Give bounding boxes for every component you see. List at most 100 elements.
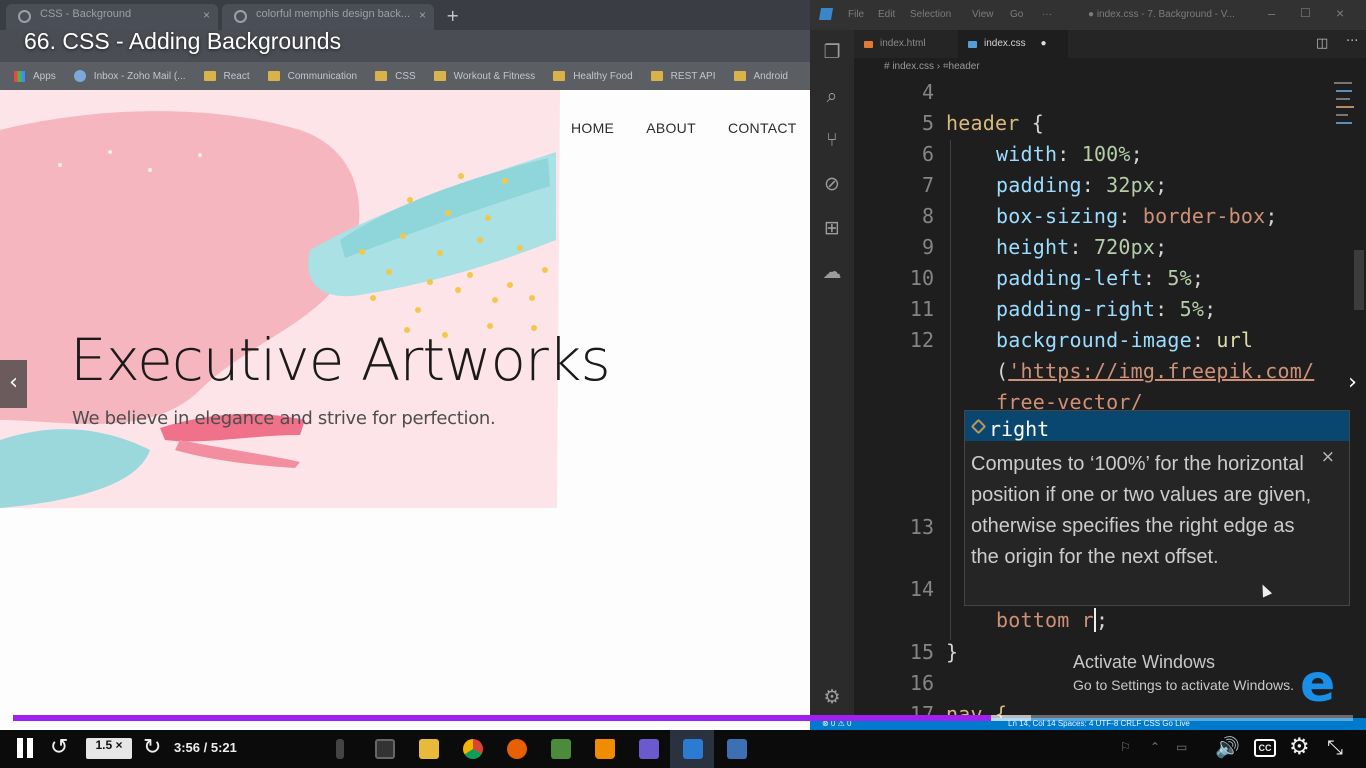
bookmark-workout[interactable]: Workout & Fitness	[433, 71, 535, 82]
bookmark-css[interactable]: CSS	[375, 71, 416, 82]
folder-icon	[375, 71, 388, 81]
video-title: 66. CSS - Adding Backgrounds	[24, 28, 342, 54]
tab-index-css[interactable]: index.css ●	[958, 30, 1068, 58]
maximize-icon[interactable]: ☐	[1300, 6, 1311, 20]
code-line: background-image: url	[996, 328, 1254, 352]
autocomplete-widget: right Computes to ‘100%’ for the horizon…	[964, 410, 1350, 606]
taskbar-chrome-icon[interactable]	[450, 730, 494, 768]
menu-view[interactable]: View	[972, 9, 994, 20]
line-number: 11	[909, 297, 934, 321]
window-title: ● index.css - 7. Background - V...	[1088, 9, 1235, 20]
video-player-controls: ↺ 1.5 × ↻ 3:56 / 5:21 ⚐ ⌃ ▭ 🔊 CC ⚙ ⤡	[0, 730, 1366, 768]
extensions-icon[interactable]: ⊞	[820, 216, 844, 240]
search-icon[interactable]: ⌕	[820, 84, 844, 108]
captions-button[interactable]: CC	[1254, 739, 1276, 757]
code-editor[interactable]: header { width: 100%; padding: 32px; box…	[946, 78, 1346, 726]
tray-network-icon[interactable]: ▭	[1176, 740, 1187, 754]
code-line: padding: 32px;	[996, 173, 1168, 197]
previous-lecture-arrow-icon[interactable]: ‹	[0, 360, 27, 408]
taskbar-vlc-icon[interactable]	[582, 730, 626, 768]
pause-button[interactable]	[17, 738, 35, 758]
folder-icon	[267, 71, 280, 81]
bookmark-apps[interactable]: Apps	[14, 70, 56, 82]
activity-bar: ❐ ⌕ ⑂ ⊘ ⊞ ☁ ⚙	[810, 30, 854, 718]
next-lecture-arrow-icon[interactable]: ›	[1339, 360, 1366, 408]
close-window-icon[interactable]: ×	[1336, 5, 1344, 21]
browser-tab[interactable]: CSS - Background ×	[6, 4, 218, 30]
more-actions-icon[interactable]: ···	[1346, 34, 1358, 49]
explorer-icon[interactable]: ❐	[820, 40, 844, 64]
tray-chevron-up-icon[interactable]: ⌃	[1150, 740, 1160, 754]
menu-more[interactable]: ···	[1042, 9, 1052, 20]
playback-speed-button[interactable]: 1.5 ×	[86, 738, 132, 759]
menu-file[interactable]: File	[848, 9, 864, 20]
vscode-logo-icon	[818, 8, 834, 20]
code-line: ('https://img.freepik.com/	[996, 359, 1315, 383]
exit-fullscreen-icon[interactable]: ⤡	[1327, 735, 1343, 759]
new-tab-icon[interactable]: +	[446, 6, 459, 25]
taskbar-vscode-icon[interactable]	[670, 730, 714, 768]
webpage-viewport: HOME ABOUT CONTACT Executive Artworks We…	[0, 90, 810, 730]
volume-icon[interactable]: 🔊	[1215, 735, 1240, 759]
line-number: 15	[909, 640, 934, 664]
close-tab-icon[interactable]: ×	[419, 8, 426, 22]
bookmark-rest-api[interactable]: REST API	[650, 71, 716, 82]
channel-logo-icon: e	[1300, 654, 1336, 714]
breadcrumb[interactable]: # index.css › ⌗header	[854, 58, 1366, 78]
manage-gear-icon[interactable]: ⚙	[820, 685, 844, 709]
progress-played	[13, 715, 992, 721]
browser-window: CSS - Background × colorful memphis desi…	[0, 0, 810, 730]
debug-icon[interactable]: ⊘	[820, 172, 844, 196]
nav-home[interactable]: HOME	[571, 120, 614, 136]
taskbar-app-icon[interactable]	[538, 730, 582, 768]
menu-edit[interactable]: Edit	[878, 9, 895, 20]
settings-icon[interactable]: ⚙	[1289, 734, 1310, 760]
property-value-icon	[970, 418, 987, 435]
source-control-icon[interactable]: ⑂	[820, 128, 844, 152]
line-number: 5	[921, 111, 934, 135]
taskbar-mic-icon[interactable]	[318, 730, 362, 768]
tab-index-html[interactable]: index.html	[854, 30, 958, 58]
hero-subtitle: We believe in elegance and strive for pe…	[72, 408, 496, 429]
taskbar-taskview-icon[interactable]	[362, 730, 406, 768]
taskbar-media-icon[interactable]	[626, 730, 670, 768]
activate-windows-watermark: Activate Windows Go to Settings to activ…	[1073, 652, 1294, 693]
hero-title: Executive Artworks	[70, 326, 611, 394]
minimize-icon[interactable]: –	[1268, 6, 1275, 21]
close-tab-icon[interactable]: ×	[203, 8, 210, 22]
editor-scrollbar[interactable]	[1354, 250, 1364, 310]
bookmark-healthy-food[interactable]: Healthy Food	[553, 71, 633, 82]
bookmark-android[interactable]: Android	[733, 71, 788, 82]
code-line: box-sizing: border-box;	[996, 204, 1278, 228]
minimap[interactable]	[1330, 78, 1356, 158]
line-number: 9	[921, 235, 934, 259]
forward-icon[interactable]: ↻	[143, 735, 161, 760]
nav-about[interactable]: ABOUT	[646, 120, 696, 136]
taskbar-explorer-icon[interactable]	[406, 730, 450, 768]
line-number: 6	[921, 142, 934, 166]
menu-go[interactable]: Go	[1010, 9, 1023, 20]
split-editor-icon[interactable]: ◫	[1316, 36, 1328, 51]
tray-people-icon[interactable]: ⚐	[1120, 740, 1131, 754]
taskbar-remote-icon[interactable]	[714, 730, 758, 768]
code-line: padding-right: 5%;	[996, 297, 1217, 321]
video-progress-bar[interactable]	[13, 715, 1353, 721]
nav-contact[interactable]: CONTACT	[728, 120, 797, 136]
bookmark-zoho[interactable]: Inbox - Zoho Mail (...	[73, 70, 186, 82]
folder-icon	[433, 71, 446, 81]
docker-icon[interactable]: ☁	[820, 260, 844, 284]
taskbar-firefox-icon[interactable]	[494, 730, 538, 768]
bookmark-react[interactable]: React	[203, 71, 250, 82]
browser-tab[interactable]: colorful memphis design back... ×	[222, 4, 434, 30]
close-details-icon[interactable]: ×	[1321, 447, 1335, 467]
suggestion-item-right[interactable]: right	[965, 411, 1349, 441]
rewind-icon[interactable]: ↺	[50, 735, 68, 760]
windows-taskbar-icons	[318, 730, 758, 768]
code-line: height: 720px;	[996, 235, 1168, 259]
tab-label: CSS - Background	[40, 8, 132, 20]
bookmark-communication[interactable]: Communication	[267, 71, 357, 82]
playback-time: 3:56 / 5:21	[174, 740, 237, 755]
code-line-current: bottom r;	[996, 608, 1109, 632]
menu-selection[interactable]: Selection	[910, 9, 951, 20]
line-number: 8	[921, 204, 934, 228]
